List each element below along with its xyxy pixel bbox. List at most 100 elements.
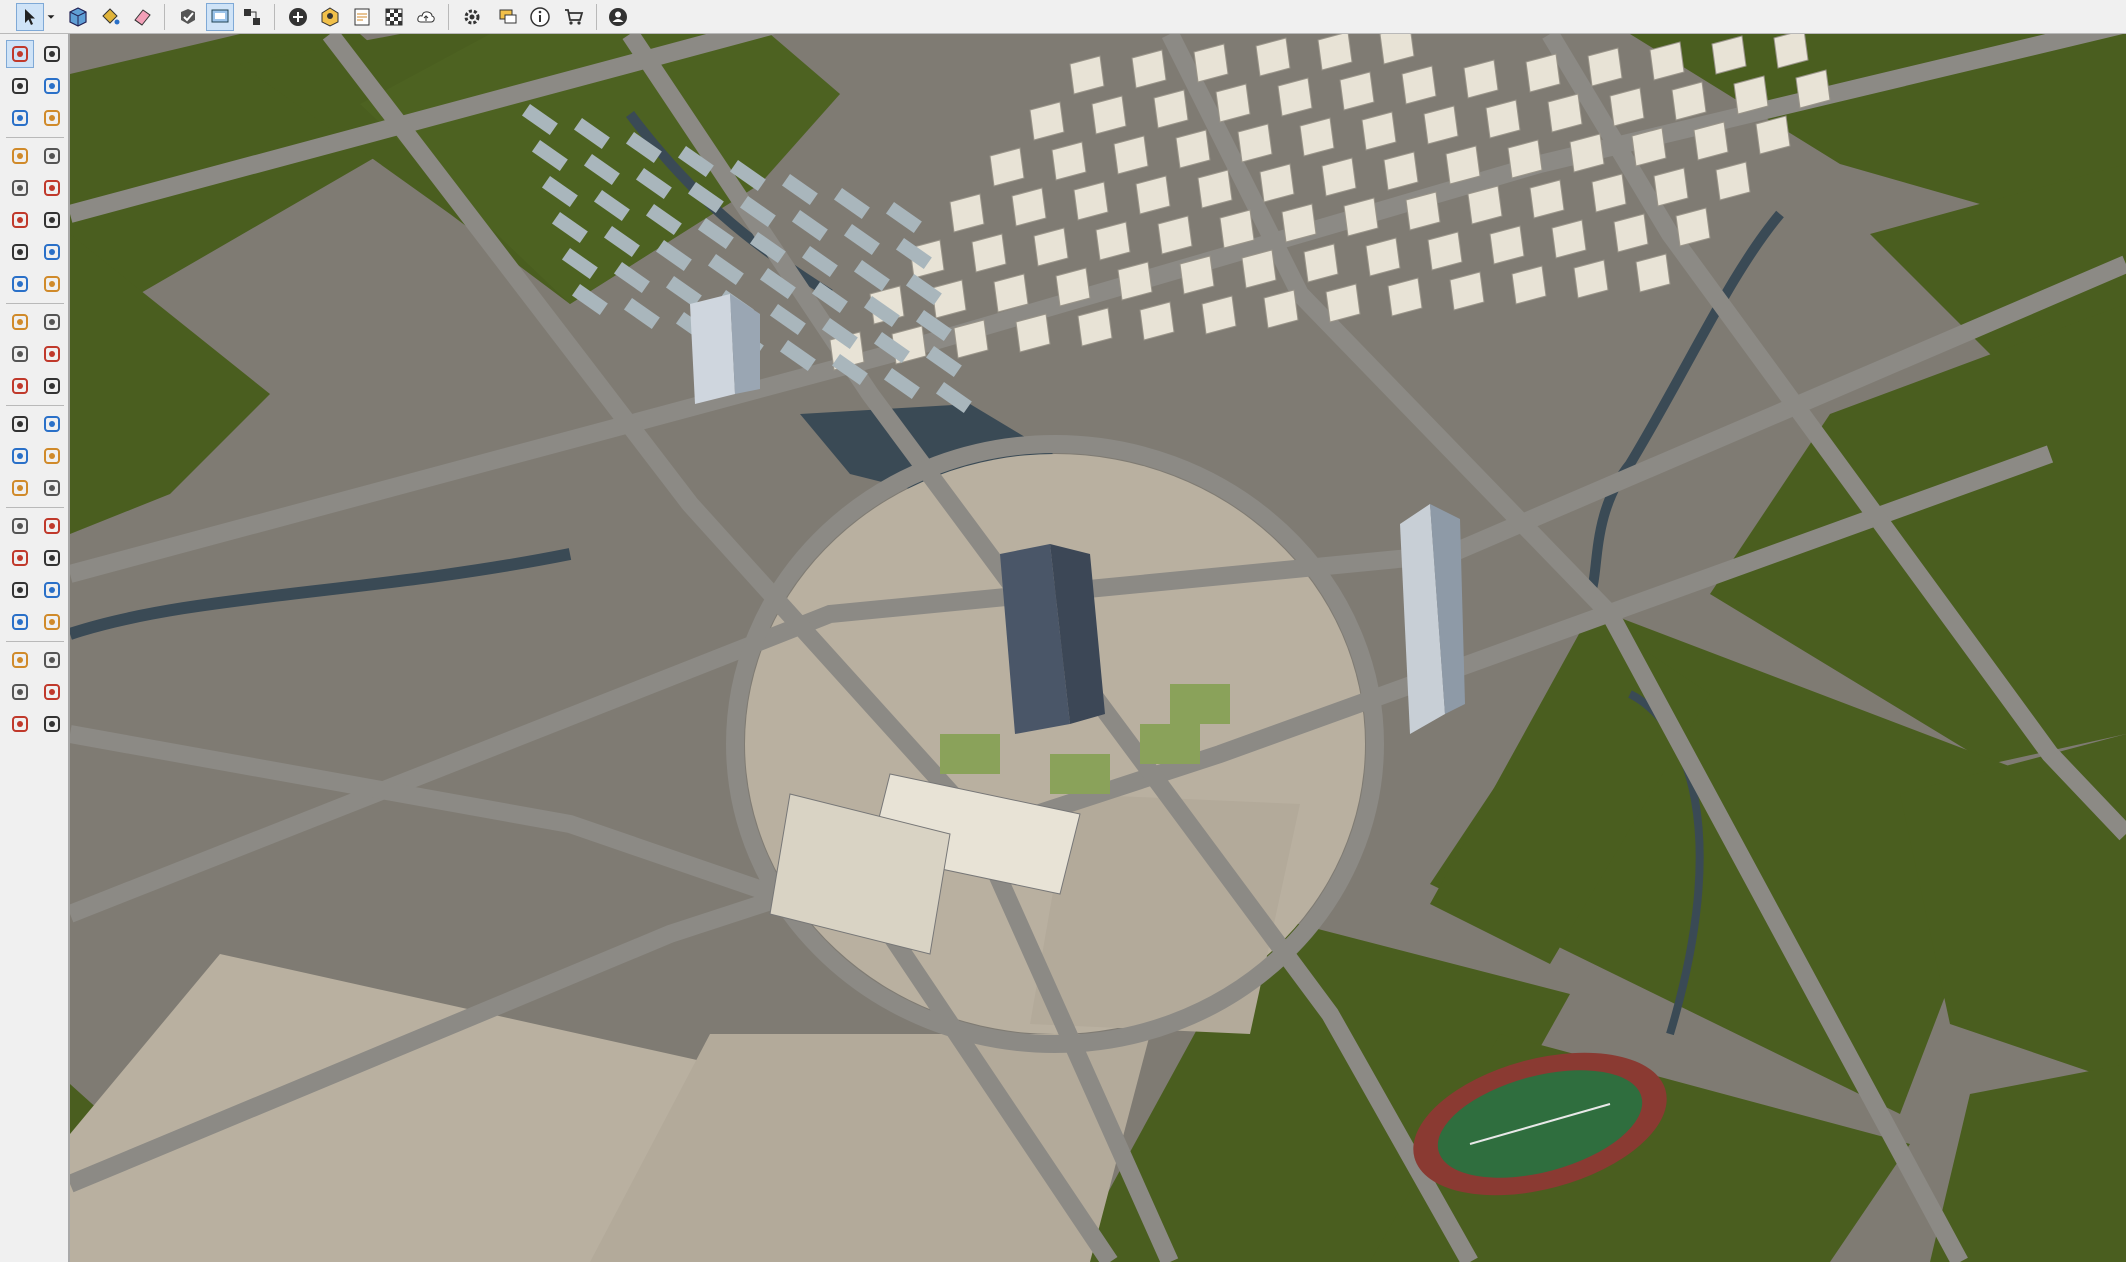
freehand-icon [44, 148, 60, 164]
geo-location-button[interactable] [316, 3, 344, 31]
check-badge-icon [181, 9, 195, 24]
orbit-view-icon [12, 518, 28, 534]
select-tool-button[interactable] [6, 40, 34, 68]
outliner-button[interactable] [238, 3, 266, 31]
rotated-rectangle-tool-button[interactable] [38, 174, 66, 202]
rectangle-tool-button[interactable] [6, 174, 34, 202]
eraser-icon [134, 9, 151, 26]
cart-icon [565, 9, 584, 25]
3d-viewport[interactable] [70, 34, 2126, 1262]
select-dropdown-button[interactable] [44, 3, 58, 31]
rotate-tool-button[interactable] [6, 340, 34, 368]
arc-tool-button[interactable] [6, 238, 34, 266]
walk-tool-button[interactable] [6, 646, 34, 674]
messages-button[interactable] [494, 3, 522, 31]
component-tool-button[interactable] [6, 104, 34, 132]
drape-icon [44, 716, 60, 732]
chevron-down-icon [47, 15, 55, 19]
store-button[interactable] [560, 3, 588, 31]
gear-icon [464, 9, 480, 25]
freehand-tool-button[interactable] [38, 142, 66, 170]
checker-icon [385, 8, 403, 26]
add-location-button[interactable] [284, 3, 312, 31]
arc-2pt-icon [12, 276, 28, 292]
paint-bucket-button[interactable] [96, 3, 124, 31]
circle-tool-button[interactable] [6, 206, 34, 234]
axes-tool-button[interactable] [6, 474, 34, 502]
previous-tool-button[interactable] [38, 576, 66, 604]
layout-button[interactable] [348, 3, 376, 31]
axes-icon [12, 480, 28, 496]
push-pull-tool-button[interactable] [38, 308, 66, 336]
central-tower [1000, 544, 1105, 734]
stamp-tool-button[interactable] [6, 710, 34, 738]
paint-icon [12, 78, 28, 94]
dimension-tool-button[interactable] [38, 410, 66, 438]
chat-icon [499, 9, 517, 24]
eraser-tool-button[interactable] [38, 72, 66, 100]
look-around-icon [44, 614, 60, 630]
check-tool-button[interactable] [174, 3, 202, 31]
zoom-extents-icon [12, 582, 28, 598]
arc-2pt-tool-button[interactable] [6, 270, 34, 298]
text-tool-button[interactable] [38, 442, 66, 470]
position-camera-tool-button[interactable] [6, 608, 34, 636]
orbit-view-tool-button[interactable] [6, 512, 34, 540]
offset-tool-button[interactable] [38, 372, 66, 400]
zoom-icon [12, 550, 28, 566]
zoom-extents-tool-button[interactable] [6, 576, 34, 604]
zoom-tool-button[interactable] [6, 544, 34, 572]
city-model-scene[interactable] [70, 34, 2126, 1262]
pie-tool-button[interactable] [38, 238, 66, 266]
smoove-icon [44, 684, 60, 700]
pencil-tool-button[interactable] [38, 104, 66, 132]
polygon-icon [44, 212, 60, 228]
cloud-button[interactable] [412, 3, 440, 31]
eraser-button[interactable] [128, 3, 156, 31]
scene-icon [211, 9, 229, 23]
walk-icon [12, 652, 28, 668]
info-icon [530, 7, 550, 27]
extensions-button[interactable] [458, 3, 486, 31]
info-button[interactable] [526, 3, 554, 31]
scale-tool-button[interactable] [6, 372, 34, 400]
drape-tool-button[interactable] [38, 710, 66, 738]
select-tool-button[interactable] [16, 3, 44, 31]
follow-me-tool-button[interactable] [38, 340, 66, 368]
previous-icon [44, 582, 60, 598]
eraser-icon [44, 78, 60, 94]
location-icon [321, 7, 339, 27]
landmark-tower [1400, 504, 1465, 734]
glass-tower-left [690, 294, 760, 404]
account-button[interactable] [604, 3, 632, 31]
protractor-icon [12, 448, 28, 464]
look-around-tool-button[interactable] [38, 608, 66, 636]
orbit-tool-button[interactable] [38, 40, 66, 68]
scene-tool-button[interactable] [206, 3, 234, 31]
pan-icon [44, 518, 60, 534]
zoom-window-tool-button[interactable] [38, 544, 66, 572]
move-tool-button[interactable] [6, 308, 34, 336]
follow-me-icon [44, 346, 60, 362]
protractor-tool-button[interactable] [6, 442, 34, 470]
section-plane-tool-button[interactable] [38, 646, 66, 674]
line-tool-button[interactable] [6, 142, 34, 170]
pie-icon [44, 244, 60, 260]
smoove-tool-button[interactable] [38, 678, 66, 706]
offset-icon [44, 378, 60, 394]
orbit-icon [44, 46, 60, 62]
pan-tool-button[interactable] [38, 512, 66, 540]
polygon-tool-button[interactable] [38, 206, 66, 234]
line-icon [12, 148, 28, 164]
component-browser-button[interactable] [64, 3, 92, 31]
circle-icon [12, 212, 28, 228]
paint-tool-button[interactable] [6, 72, 34, 100]
select-icon [12, 46, 28, 62]
sweep-tool-button[interactable] [38, 270, 66, 298]
tape-measure-tool-button[interactable] [6, 410, 34, 438]
sandbox-tool-button[interactable] [6, 678, 34, 706]
paint-bucket-icon [102, 8, 120, 25]
3d-text-tool-button[interactable] [38, 474, 66, 502]
position-camera-icon [12, 614, 28, 630]
checker-button[interactable] [380, 3, 408, 31]
